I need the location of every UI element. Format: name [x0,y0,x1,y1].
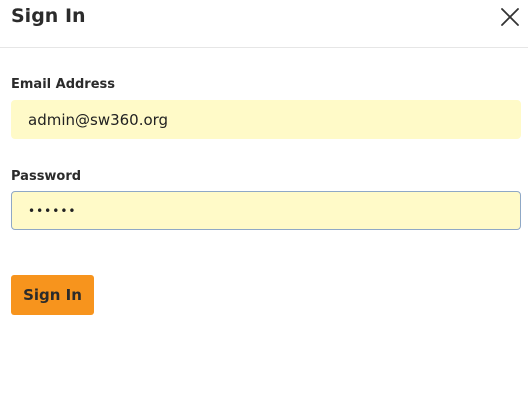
email-label: Email Address [11,77,116,92]
sign-in-button[interactable]: Sign In [11,275,94,315]
email-field[interactable] [11,100,521,139]
dialog-header: Sign In [0,0,528,48]
password-field[interactable] [11,191,521,230]
close-icon [501,8,519,26]
dialog-title: Sign In [11,5,86,27]
password-label: Password [11,169,82,184]
close-button[interactable] [497,4,523,30]
sign-in-dialog: Sign In Email Address Password Sign In [0,0,528,400]
